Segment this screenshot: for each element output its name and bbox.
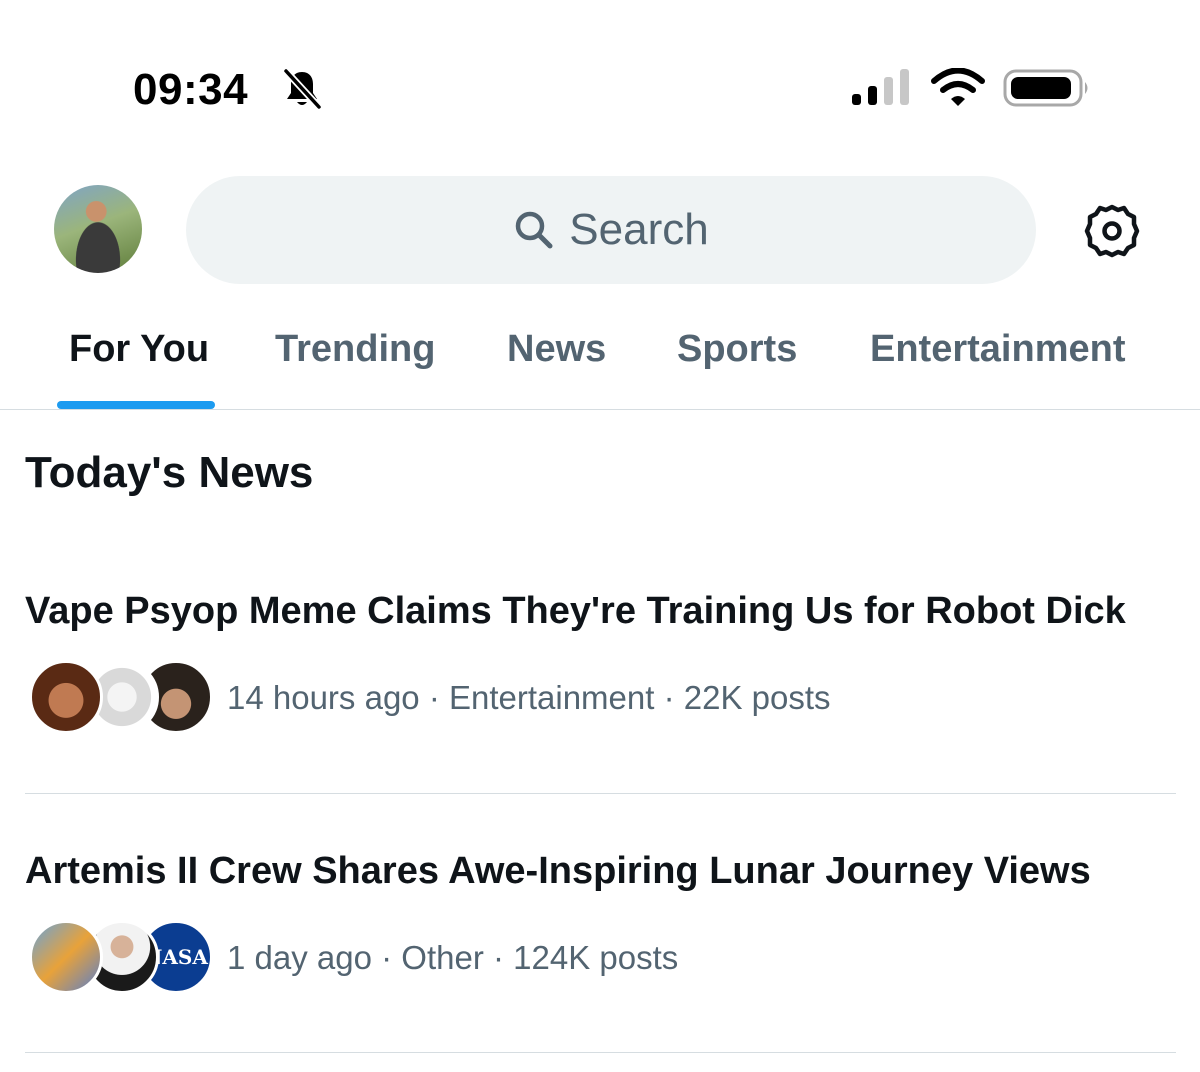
search-icon bbox=[516, 211, 553, 249]
wifi-icon bbox=[931, 68, 985, 106]
bell-off-icon bbox=[283, 68, 322, 110]
search-bar[interactable]: Search bbox=[186, 176, 1036, 284]
tab-entertainment[interactable]: Entertainment bbox=[870, 326, 1125, 372]
row-divider bbox=[25, 793, 1176, 794]
avatar-stack: NASA bbox=[29, 920, 213, 996]
tab-sports[interactable]: Sports bbox=[677, 326, 797, 372]
profile-avatar[interactable] bbox=[54, 185, 142, 273]
section-title: Today's News bbox=[25, 448, 314, 497]
tab-for-you[interactable]: For You bbox=[69, 326, 209, 372]
tabs-divider bbox=[0, 409, 1200, 410]
news-headline[interactable]: Artemis II Crew Shares Awe-Inspiring Lun… bbox=[25, 848, 1091, 894]
active-tab-indicator bbox=[57, 401, 215, 409]
tab-news[interactable]: News bbox=[507, 326, 606, 372]
avatar-stack bbox=[29, 660, 213, 736]
search-placeholder: Search bbox=[569, 205, 709, 254]
tab-trending[interactable]: Trending bbox=[275, 326, 435, 372]
news-headline[interactable]: Vape Psyop Meme Claims They're Training … bbox=[25, 588, 1126, 634]
battery-icon bbox=[1003, 69, 1088, 107]
news-meta: 1 day ago · Other · 124K posts bbox=[227, 939, 679, 976]
row-divider bbox=[25, 1052, 1176, 1053]
signal-icon bbox=[852, 69, 909, 105]
avatar bbox=[29, 660, 103, 734]
news-meta: 14 hours ago · Entertainment · 22K posts bbox=[227, 679, 831, 716]
avatar bbox=[29, 920, 103, 994]
settings-gear-icon[interactable] bbox=[1083, 202, 1141, 260]
status-time: 09:34 bbox=[133, 65, 249, 114]
